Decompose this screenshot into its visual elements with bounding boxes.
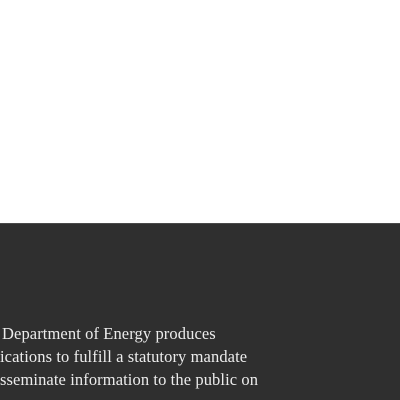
text-line: Department of Energy produces (2, 324, 216, 343)
text-line: sseminate information to the public on (0, 370, 259, 389)
text-line: ications to fulfill a statutory mandate (0, 347, 248, 366)
panel-paragraph: Department of Energy produces ications t… (0, 322, 400, 400)
panel-divider (0, 223, 400, 224)
text-line-cropped: a e r v s s (118, 391, 400, 400)
dark-text-panel: Department of Energy produces ications t… (0, 223, 400, 400)
blank-top-area (0, 0, 400, 223)
document-page: Department of Energy produces ications t… (0, 0, 400, 400)
